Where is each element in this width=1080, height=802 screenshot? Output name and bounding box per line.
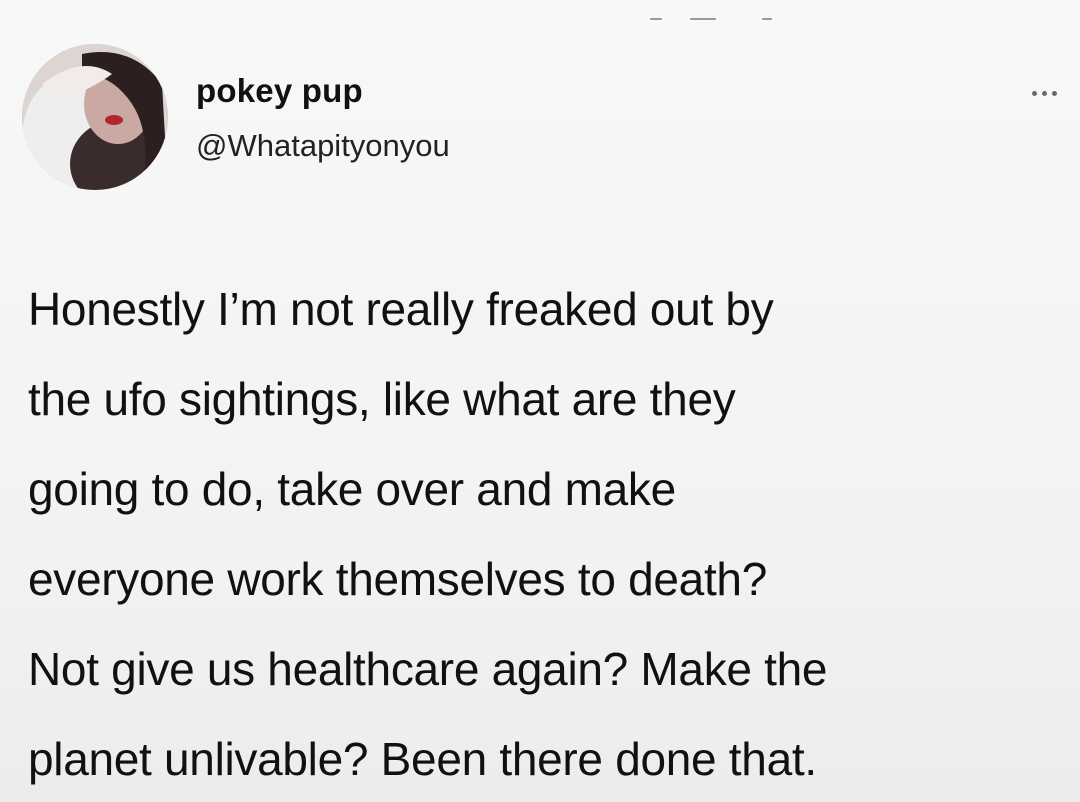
tweet-text: Honestly I’m not really freaked out by t… bbox=[28, 264, 1068, 802]
tweet-line: Not give us healthcare again? Make the bbox=[28, 643, 828, 695]
status-indicator bbox=[650, 16, 780, 22]
more-options-icon[interactable] bbox=[1028, 88, 1068, 100]
author-handle[interactable]: @Whatapityonyou bbox=[196, 128, 450, 164]
tweet-line: planet unlivable? Been there done that. bbox=[28, 733, 817, 785]
avatar[interactable] bbox=[22, 44, 168, 190]
author-name[interactable]: pokey pup bbox=[196, 72, 363, 110]
tweet-line: Honestly I’m not really freaked out by bbox=[28, 283, 774, 335]
tweet-line: going to do, take over and make bbox=[28, 463, 676, 515]
profile-photo-icon bbox=[22, 44, 168, 190]
tweet-card: pokey pup @Whatapityonyou Honestly I’m n… bbox=[0, 0, 1080, 802]
tweet-line: everyone work themselves to death? bbox=[28, 553, 767, 605]
tweet-line: the ufo sightings, like what are they bbox=[28, 373, 736, 425]
